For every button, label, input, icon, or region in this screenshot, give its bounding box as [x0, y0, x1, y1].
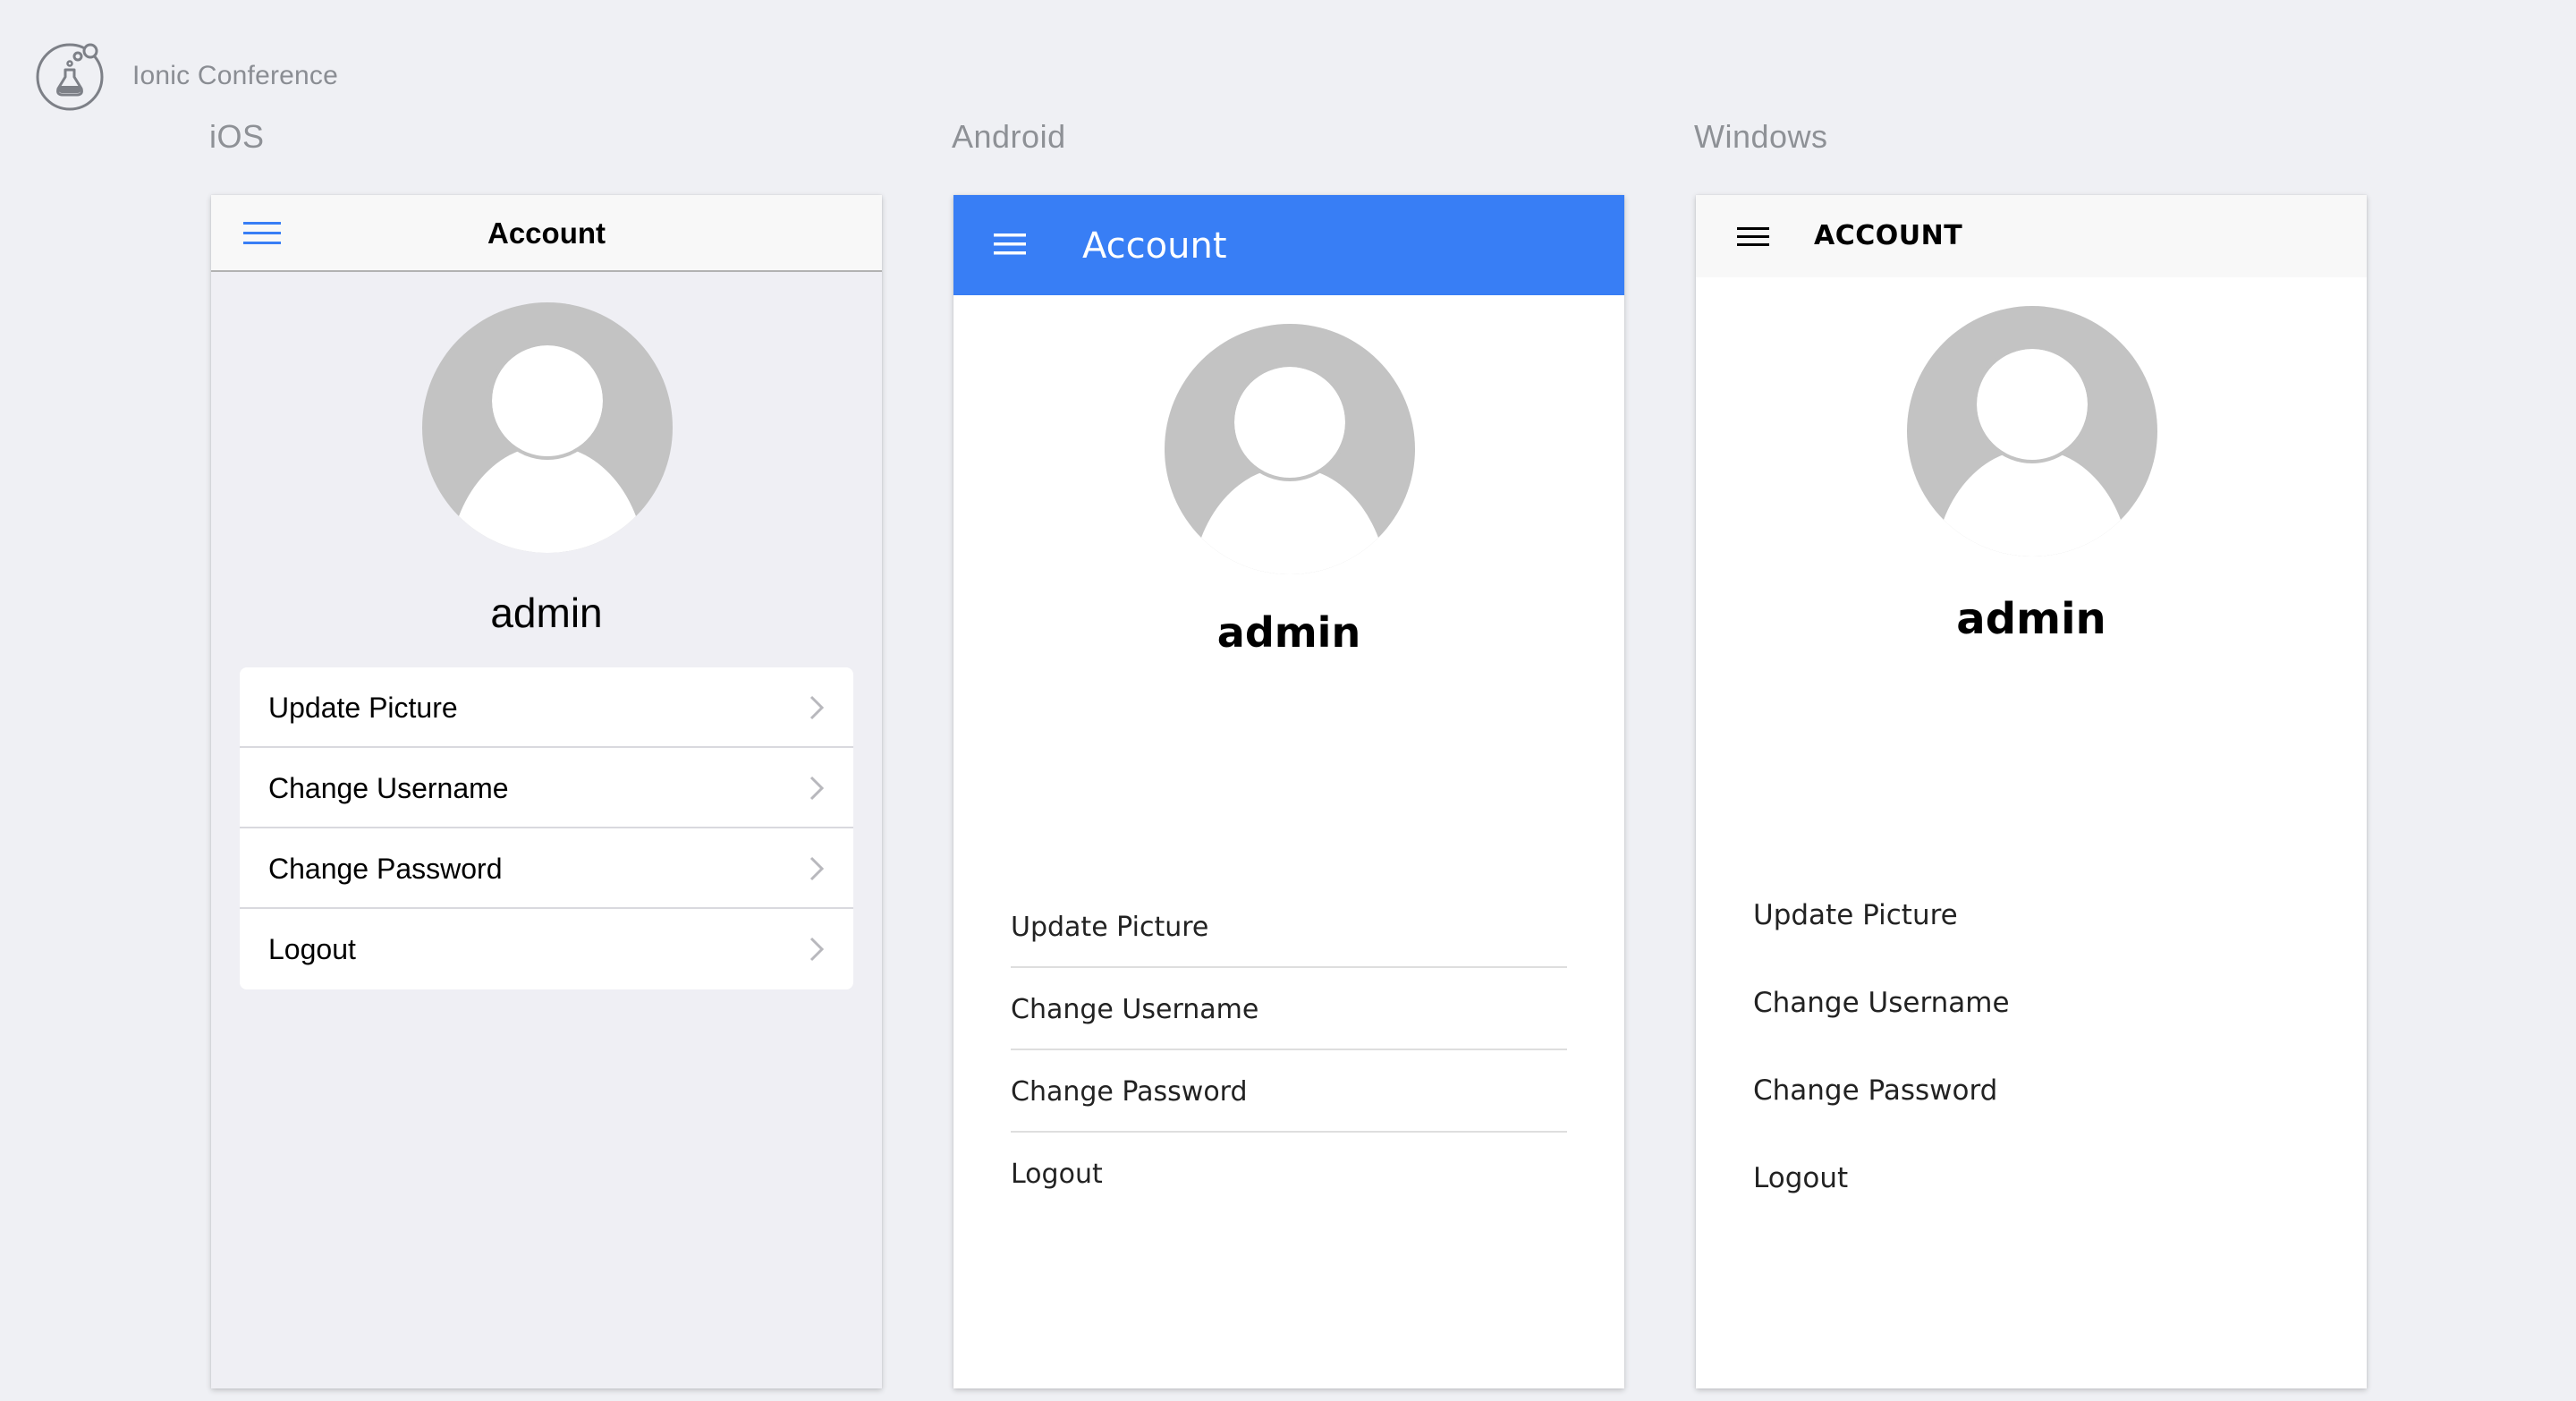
hamburger-menu-icon: [994, 234, 1026, 255]
list-item-logout[interactable]: Logout: [1011, 1133, 1567, 1215]
list-item-label: Update Picture: [268, 691, 458, 724]
chevron-right-icon: [809, 856, 825, 881]
list-item-label: Change Password: [1753, 1074, 1998, 1107]
list-item-update-picture[interactable]: Update Picture: [1753, 871, 2309, 959]
page-title: Account: [1082, 225, 1227, 267]
list-item-change-username[interactable]: Change Username: [1011, 968, 1567, 1050]
list-item-change-username[interactable]: Change Username: [1753, 959, 2309, 1047]
ios-device-preview: Account admin Update Picture Change User…: [211, 195, 882, 1388]
toolbar: Account: [211, 195, 882, 272]
avatar: [1907, 306, 2157, 556]
username: admin: [490, 590, 603, 636]
list-item-change-password[interactable]: Change Password: [240, 828, 853, 909]
list-item-label: Logout: [1753, 1162, 1849, 1194]
app-title: Ionic Conference: [132, 61, 339, 90]
list-item-change-password[interactable]: Change Password: [1011, 1050, 1567, 1133]
windows-device-preview: ACCOUNT admin Update Picture Change User…: [1696, 195, 2367, 1388]
list-item-update-picture[interactable]: Update Picture: [1011, 886, 1567, 968]
list-item-change-password[interactable]: Change Password: [1753, 1047, 2309, 1134]
chevron-right-icon: [809, 937, 825, 962]
list-item-change-username[interactable]: Change Username: [240, 748, 853, 828]
list-item-label: Change Username: [1753, 987, 2010, 1019]
list-item-label: Update Picture: [1753, 899, 1958, 931]
user-avatar-icon: [1935, 345, 2130, 556]
list-item-logout[interactable]: Logout: [240, 909, 853, 989]
list-item-update-picture[interactable]: Update Picture: [240, 667, 853, 748]
list-item-label: Change Password: [1011, 1075, 1248, 1108]
chevron-right-icon: [809, 695, 825, 720]
list-item-label: Change Username: [268, 771, 509, 804]
toolbar: ACCOUNT: [1696, 195, 2367, 277]
list-item-label: Logout: [1011, 1158, 1103, 1190]
platform-label-ios: iOS: [209, 118, 265, 155]
list-item-logout[interactable]: Logout: [1753, 1134, 2309, 1222]
platform-label-android: Android: [952, 118, 1066, 155]
chevron-right-icon: [809, 776, 825, 801]
hamburger-menu-icon: [1737, 227, 1769, 246]
account-options-list: Update Picture Change Username Change Pa…: [240, 667, 853, 989]
menu-button[interactable]: [993, 231, 1027, 258]
platform-label-windows: Windows: [1694, 118, 1828, 155]
list-item-label: Change Password: [268, 852, 503, 885]
list-item-label: Change Username: [1011, 993, 1259, 1025]
android-device-preview: Account admin Update Picture Change User…: [953, 195, 1624, 1388]
ionic-logo-icon: [36, 39, 109, 113]
avatar: [1165, 324, 1415, 574]
page-title: Account: [487, 217, 606, 250]
menu-button[interactable]: [1737, 225, 1769, 249]
user-avatar-icon: [1192, 363, 1387, 574]
toolbar: Account: [953, 195, 1624, 295]
list-item-label: Logout: [268, 932, 356, 965]
username: admin: [1956, 594, 2106, 644]
page-title: ACCOUNT: [1814, 220, 1963, 251]
username: admin: [1216, 608, 1361, 657]
avatar: [422, 302, 673, 553]
user-avatar-icon: [450, 342, 645, 553]
list-item-label: Update Picture: [1011, 911, 1209, 943]
